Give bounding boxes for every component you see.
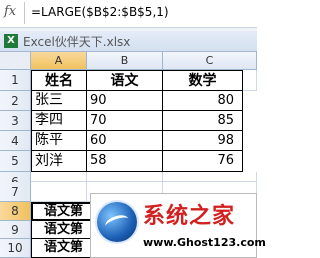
cell-chinese[interactable]: 70 — [87, 111, 163, 131]
column-header-c[interactable]: C — [163, 52, 257, 70]
header-chinese[interactable]: 语文 — [87, 70, 163, 91]
header-math[interactable]: 数学 — [163, 70, 243, 91]
header-name[interactable]: 姓名 — [31, 70, 87, 91]
cell-chinese[interactable]: 58 — [87, 151, 163, 172]
cell-name[interactable]: 刘洋 — [31, 151, 87, 172]
label-cell[interactable]: 语文第 — [31, 202, 93, 221]
column-header-a[interactable]: A — [31, 52, 87, 70]
cell-name[interactable]: 李四 — [31, 111, 87, 131]
row-header-3[interactable]: 3 — [0, 111, 31, 131]
select-all-corner[interactable] — [0, 52, 31, 70]
cell-chinese[interactable]: 90 — [87, 91, 163, 111]
watermark-logo: 系统之家 www.Ghost123.com — [90, 193, 266, 258]
excel-icon: X — [4, 34, 18, 48]
cell-name[interactable]: 陈平 — [31, 131, 87, 151]
cell-math[interactable]: 76 — [163, 151, 243, 172]
row-header-8[interactable]: 8 — [0, 202, 31, 221]
watermark-title: 系统之家 — [143, 204, 236, 229]
cell-math[interactable]: 98 — [163, 131, 243, 151]
empty-cell[interactable] — [87, 172, 163, 182]
cell-chinese[interactable]: 60 — [87, 131, 163, 151]
row-header-2[interactable]: 2 — [0, 91, 31, 111]
formula-input[interactable]: =LARGE($B$2:$B$5,1) — [31, 5, 169, 19]
function-icon[interactable]: fx — [4, 4, 16, 19]
row-header-7[interactable]: 7 — [0, 182, 31, 202]
empty-cell[interactable] — [243, 70, 257, 91]
cell-math[interactable]: 80 — [163, 91, 243, 111]
row-header-1[interactable]: 1 — [0, 70, 31, 91]
row-header-5[interactable]: 5 — [0, 151, 31, 172]
row-header-10[interactable]: 10 — [0, 239, 31, 258]
empty-cell[interactable] — [163, 172, 257, 182]
formula-separator — [24, 2, 25, 24]
cell-math[interactable]: 85 — [163, 111, 243, 131]
column-header-b[interactable]: B — [87, 52, 163, 70]
empty-cell[interactable] — [31, 172, 87, 182]
formula-bar: fx =LARGE($B$2:$B$5,1) — [0, 0, 257, 28]
workbook-tab[interactable]: X Excel伙伴天下.xlsx — [0, 31, 257, 52]
globe-icon — [97, 202, 137, 242]
row-header-9[interactable]: 9 — [0, 221, 31, 239]
label-cell[interactable]: 语文第 — [31, 221, 93, 239]
label-cell[interactable]: 语文第 — [31, 239, 93, 258]
workbook-title: Excel伙伴天下.xlsx — [23, 35, 131, 49]
watermark-url: www.Ghost123.com — [143, 236, 266, 249]
empty-cell[interactable] — [31, 182, 87, 202]
cell-name[interactable]: 张三 — [31, 91, 87, 111]
row-header-4[interactable]: 4 — [0, 131, 31, 151]
